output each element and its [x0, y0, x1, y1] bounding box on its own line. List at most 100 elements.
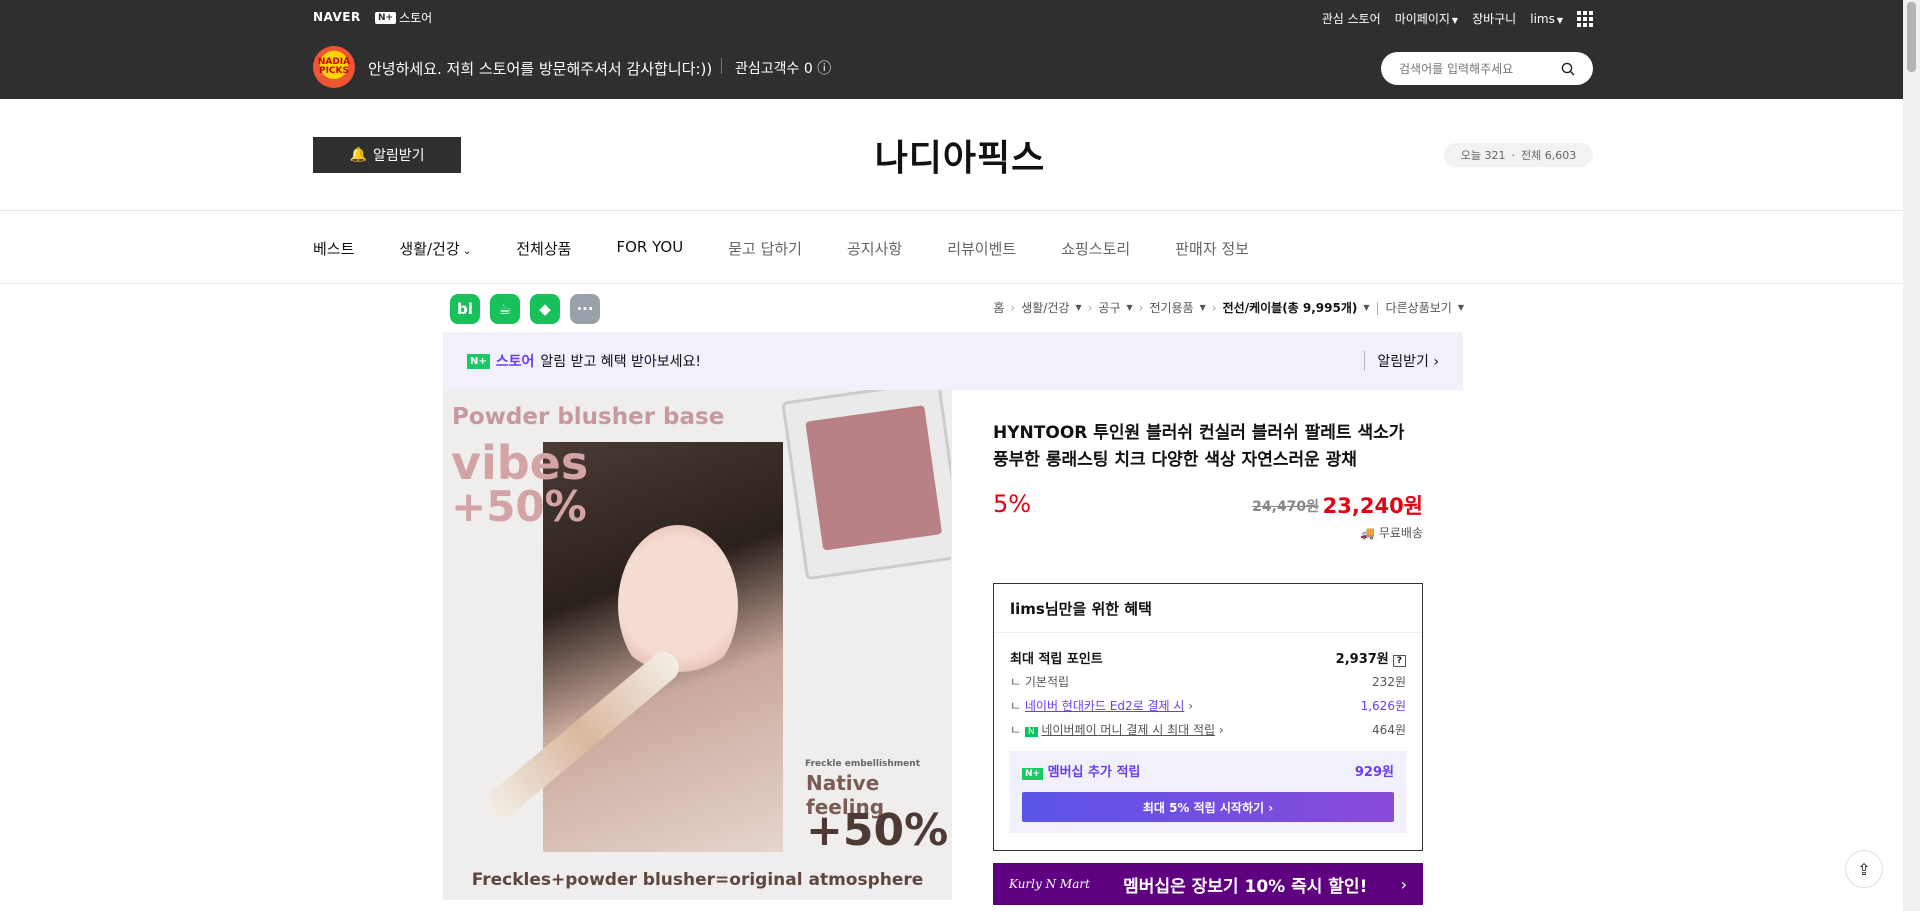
favorite-customers[interactable]: 관심고객수 0 ⓘ: [735, 58, 831, 78]
visit-counter: 오늘 321 · 전체 6,603: [1444, 143, 1593, 167]
point-label: 기본적립: [1024, 674, 1070, 689]
crumb-tools[interactable]: 공구: [1098, 299, 1120, 316]
caret-down-icon: ▼: [1126, 303, 1133, 312]
membership-start-button[interactable]: 최대 5% 적립 시작하기 ›: [1022, 792, 1394, 822]
nav-item-living-health[interactable]: 생활/건강 ⌄: [399, 238, 471, 259]
price-row: 5% 24,470원 23,240원: [993, 490, 1423, 530]
nav-item-notice[interactable]: 공지사항: [847, 238, 902, 259]
membership-row: N+ 멤버십 추가 적립 929원: [1022, 761, 1394, 780]
more-share-icon[interactable]: ···: [570, 294, 600, 324]
store-title[interactable]: 나디아픽스: [0, 129, 1920, 181]
promo-store-label: 스토어: [495, 354, 535, 370]
max-point-value: 2,937원: [1335, 651, 1389, 667]
nav-item-seller-info[interactable]: 판매자 정보: [1175, 238, 1249, 259]
nav-item-qna[interactable]: 묻고 답하기: [728, 238, 802, 259]
info-icon[interactable]: ⓘ: [817, 61, 831, 77]
scrollbar-thumb[interactable]: [1907, 2, 1916, 72]
nav-item-best[interactable]: 베스트: [313, 238, 354, 259]
divider: [721, 58, 722, 74]
store-alert-promo[interactable]: N+ 스토어 알림 받고 혜택 받아보세요! 알림받기 ›: [443, 332, 1463, 390]
help-icon[interactable]: ?: [1392, 654, 1406, 667]
card-benefit-link[interactable]: 네이버 현대카드 Ed2로 결제 시: [1025, 699, 1185, 713]
naverpay-benefit-link[interactable]: 네이버페이 머니 결제 시 최대 적립: [1041, 723, 1215, 737]
store-avatar[interactable]: NADIA PICKS: [313, 46, 355, 88]
chevron-right-icon: ›: [1010, 300, 1016, 315]
search-input[interactable]: [1399, 61, 1559, 76]
link-mypage[interactable]: 마이페이지 ▼: [1395, 10, 1458, 27]
kurly-mart-banner[interactable]: Kurly N Mart 멤버십은 장보기 10% 즉시 할인! ›: [993, 863, 1423, 905]
cafe-share-icon[interactable]: ☕: [490, 294, 520, 324]
product-info: HYNTOOR 투인원 블러쉬 컨실러 블러쉬 팔레트 색소가 풍부한 롱래스팅…: [993, 420, 1423, 541]
link-user[interactable]: lims ▼: [1530, 12, 1563, 26]
nav-item-all-products[interactable]: 전체상품: [516, 238, 571, 259]
chevron-down-icon: ▼: [1451, 16, 1459, 25]
store-header: 🔔 알림받기 나디아픽스 오늘 321 · 전체 6,603: [0, 99, 1920, 211]
kurly-logo: Kurly N Mart: [1009, 877, 1090, 891]
category-nav: 베스트 생활/건강 ⌄ 전체상품 FOR YOU 묻고 답하기 공지사항 리뷰이…: [0, 212, 1920, 284]
chevron-down-icon: ▼: [1556, 15, 1563, 25]
separator: |: [1375, 300, 1380, 315]
membership-value: 929원: [1354, 765, 1394, 780]
model-face-graphic: [618, 525, 738, 685]
naverpay-icon: N: [1024, 726, 1038, 737]
product-image[interactable]: Powder blusher base vibes +50% Freckle e…: [443, 390, 952, 900]
promo-alert-link[interactable]: 알림받기 ›: [1364, 351, 1439, 371]
caret-down-icon: ▼: [1363, 303, 1370, 312]
membership-label-wrap: N+ 멤버십 추가 적립: [1022, 761, 1140, 780]
caret-down-icon: ▼: [1075, 303, 1082, 312]
user-label: lims: [1530, 11, 1555, 26]
naver-logo[interactable]: NAVER: [313, 10, 361, 24]
promo-text: 알림 받고 혜택 받아보세요!: [540, 354, 702, 370]
chevron-right-icon: ›: [1087, 300, 1093, 315]
image-caption-percent: +50%: [806, 805, 949, 856]
share-sns-bar: bl ☕ ◆ ···: [450, 294, 600, 324]
visits-today: 오늘 321: [1460, 149, 1506, 162]
point-row-card: ㄴ 네이버 현대카드 Ed2로 결제 시 › 1,626원: [994, 693, 1422, 717]
crumb-other-products[interactable]: 다른상품보기: [1386, 299, 1452, 316]
point-value: 1,626원: [1360, 698, 1406, 713]
nav-item-review-event[interactable]: 리뷰이벤트: [947, 238, 1016, 259]
nav-label: 생활/건강: [399, 240, 460, 258]
crumb-home[interactable]: 홈: [993, 299, 1004, 316]
nplus-badge: N+: [1022, 768, 1044, 780]
point-row-basic: ㄴ 기본적립 232원: [994, 669, 1422, 693]
search-icon[interactable]: [1561, 62, 1575, 76]
scrollbar[interactable]: [1903, 0, 1920, 911]
point-value: 464원: [1372, 722, 1406, 737]
nplus-badge: N+: [467, 353, 490, 369]
blog-share-icon[interactable]: bl: [450, 294, 480, 324]
crumb-cables[interactable]: 전선/케이블(총 9,995개): [1223, 299, 1358, 316]
link-favorite-stores[interactable]: 관심 스토어: [1322, 10, 1381, 27]
max-point-value-wrap: 2,937원?: [1336, 648, 1406, 667]
search-box: [1381, 52, 1593, 85]
nav-item-for-you[interactable]: FOR YOU: [616, 238, 683, 259]
chevron-right-icon: ›: [1400, 874, 1407, 894]
discount-rate: 5%: [993, 490, 1032, 518]
fav-count: 관심고객수 0: [735, 61, 813, 77]
share-icon[interactable]: ⇪: [1845, 850, 1883, 888]
max-point-label: 최대 적립 포인트: [1010, 651, 1103, 667]
point-label-wrap: ㄴ 기본적립: [1010, 674, 1070, 689]
point-label-wrap: ㄴ 네이버 현대카드 Ed2로 결제 시 ›: [1010, 698, 1194, 713]
nplus-label: 스토어: [399, 11, 433, 25]
bookmark-share-icon[interactable]: ◆: [530, 294, 560, 324]
link-cart[interactable]: 장바구니: [1472, 10, 1516, 27]
page: NAVER N+ 스토어 관심 스토어 마이페이지 ▼ 장바구니 lims ▼ NA…: [0, 0, 1920, 911]
crumb-living-health[interactable]: 생활/건강: [1021, 299, 1069, 316]
image-caption-small: Freckle embellishment: [805, 759, 920, 769]
dot-separator: ·: [1511, 148, 1516, 162]
point-label-wrap: ㄴ N 네이버페이 머니 결제 시 최대 적립 ›: [1010, 722, 1224, 737]
membership-label: 멤버십 추가 적립: [1047, 765, 1141, 780]
benefit-header: lims님만을 위한 혜택: [994, 584, 1422, 633]
mypage-label: 마이페이지: [1394, 12, 1450, 26]
blush-compact-graphic: [781, 390, 951, 581]
chevron-right-icon: ›: [1218, 722, 1224, 737]
image-caption-3: +50%: [451, 482, 587, 531]
sale-price: 23,240원: [1322, 494, 1423, 518]
nav-item-shopping-story[interactable]: 쇼핑스토리: [1061, 238, 1130, 259]
nplus-store-logo[interactable]: N+ 스토어: [375, 9, 432, 26]
top-links: 관심 스토어 마이페이지 ▼ 장바구니 lims ▼: [1322, 10, 1593, 27]
breadcrumb: 홈 › 생활/건강 ▼ › 공구 ▼ › 전기용품 ▼ › 전선/케이블(총 9,99…: [993, 299, 1464, 316]
crumb-electric[interactable]: 전기용품: [1149, 299, 1193, 316]
apps-grid-icon[interactable]: [1577, 10, 1593, 27]
